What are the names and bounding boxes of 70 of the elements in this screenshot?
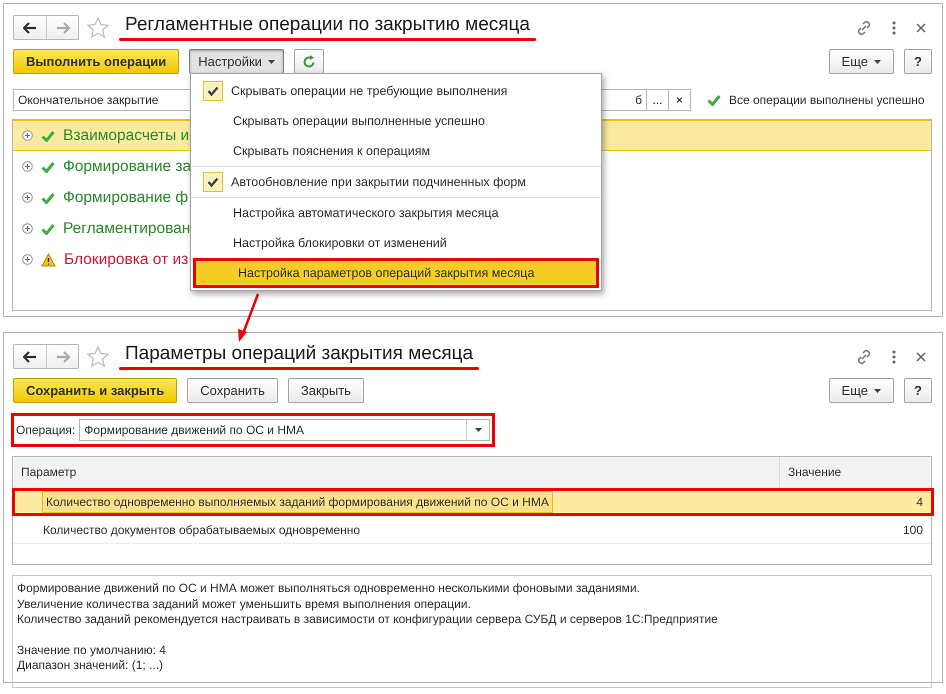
value-cell-text: 100 [902, 522, 924, 536]
save-and-close-button[interactable]: Сохранить и закрыть [13, 378, 178, 403]
back-arrow-icon [23, 22, 37, 34]
save-button[interactable]: Сохранить [187, 378, 278, 403]
parameter-cell-text: Количество документов обрабатываемых одновременно [42, 522, 362, 538]
column-header[interactable]: Параметр [13, 465, 779, 479]
back-arrow-icon [23, 350, 37, 362]
description-line: Количество заданий рекомендуется настраивать в зависимости от конфигурации сервера СУБД и серверов 1С:Предприятие [17, 612, 719, 628]
check-icon [41, 222, 55, 234]
clear-button[interactable]: × [669, 89, 691, 111]
menu-item[interactable]: Автообновление при закрытии подчиненных форм [191, 167, 601, 197]
description-line: Значение по умолчанию: 4 [17, 642, 167, 658]
help-button[interactable]: ? [904, 378, 932, 403]
favorite-star-icon[interactable] [87, 346, 109, 367]
description-line: Увеличение количества заданий может уменьшить время выполнения операции. [17, 596, 472, 612]
close-icon[interactable] [916, 352, 926, 362]
more-options-icon[interactable] [892, 20, 896, 34]
operation-label[interactable]: Блокировка от из [64, 250, 188, 268]
table-row[interactable]: Количество документов обрабатываемых одновременно 100 [13, 516, 931, 544]
caret-icon [474, 428, 482, 432]
window-title: Регламентные операции по закрытию месяца [124, 14, 531, 36]
success-check-icon [707, 94, 721, 106]
close-icon[interactable] [916, 22, 926, 32]
description-line: Формирование движений по ОС и НМА может выполняться одновременно несколькими фоновыми заданиями. [17, 581, 641, 596]
settings-button[interactable]: Настройки [189, 49, 284, 74]
warning-icon [41, 252, 56, 266]
operation-label: Операция: [16, 423, 76, 437]
parameter-cell: Количество одновременно выполняемых заданий формирования движений по ОС и НМА [42, 491, 553, 513]
menu-item[interactable]: Скрывать пояснения к операциям [191, 136, 601, 166]
refresh-icon [302, 54, 316, 68]
refresh-button[interactable] [294, 49, 324, 74]
link-icon[interactable] [856, 20, 872, 36]
caret-icon [874, 388, 881, 392]
expand-icon[interactable] [22, 254, 33, 265]
description-line: Диапазон значений: (1; ...) [17, 658, 164, 674]
link-icon[interactable] [856, 348, 872, 364]
column-header[interactable]: Значение [779, 457, 931, 487]
operation-label[interactable]: Формирование за [63, 158, 192, 176]
operation-label[interactable]: Взаиморасчеты и [63, 126, 190, 144]
caret-icon [268, 60, 275, 64]
table-row[interactable]: Количество одновременно выполняемых заданий формирования движений по ОС и НМА 4 [12, 488, 934, 516]
window-title: Параметры операций закрытия месяца [124, 343, 474, 365]
check-icon [41, 130, 55, 142]
check-icon [41, 160, 55, 172]
value-cell-text: 4 [915, 495, 924, 509]
run-operations-button[interactable]: Выполнить операции [13, 49, 180, 74]
expand-icon[interactable] [22, 223, 33, 234]
check-icon [41, 192, 55, 204]
more-button[interactable]: Еще [828, 378, 894, 403]
more-button[interactable]: Еще [828, 49, 894, 74]
checkbox[interactable] [203, 81, 223, 101]
forward-arrow-icon [56, 22, 70, 34]
menu-item[interactable]: Настройка блокировки от изменений [191, 228, 601, 258]
menu-item[interactable]: Настройка параметров операций закрытия месяца [193, 258, 599, 288]
close-button[interactable]: Закрыть [288, 378, 364, 403]
expand-icon[interactable] [22, 161, 33, 172]
operation-dropdown[interactable]: Формирование движений по ОС и НМА [79, 419, 490, 441]
operation-label[interactable]: Формирование ф [63, 188, 188, 206]
more-options-icon[interactable] [892, 350, 896, 364]
forward-arrow-icon [56, 350, 70, 362]
help-button[interactable]: ? [904, 49, 932, 74]
status-text: Все операции выполнены успешно [729, 93, 925, 107]
menu-item[interactable]: Настройка автоматического закрытия месяца [191, 198, 601, 228]
select-button[interactable]: ... [647, 89, 669, 111]
favorite-star-icon[interactable] [87, 17, 109, 38]
expand-icon[interactable] [22, 130, 33, 141]
expand-icon[interactable] [22, 192, 33, 203]
caret-icon [874, 60, 881, 64]
operation-label[interactable]: Регламентирован [63, 220, 190, 238]
checkbox[interactable] [203, 172, 223, 192]
